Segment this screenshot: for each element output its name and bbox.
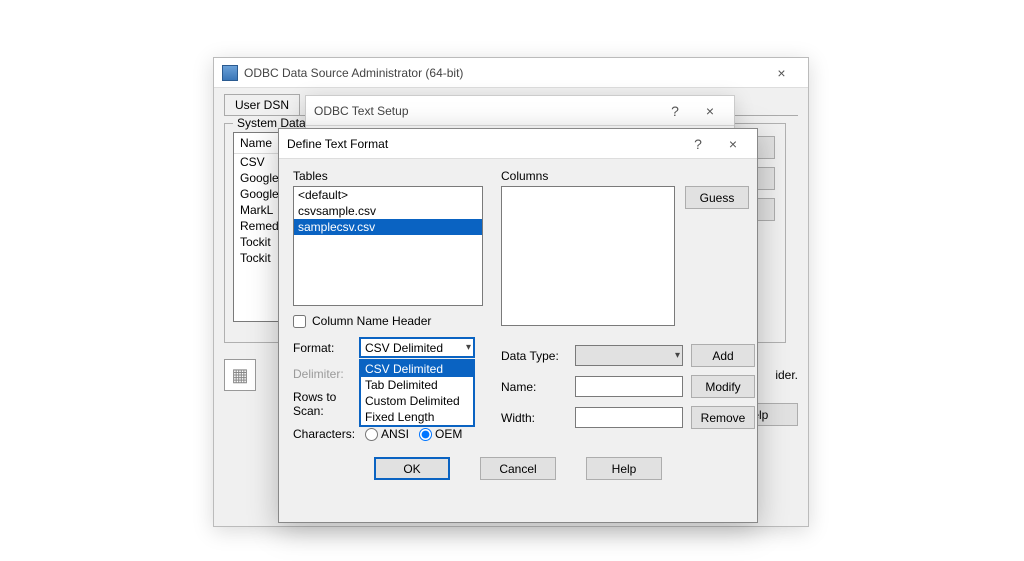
ansi-radio-label: ANSI [381,427,409,441]
format-option[interactable]: Custom Delimited [361,393,473,409]
chevron-down-icon: ▾ [466,342,471,353]
help-icon[interactable]: ? [683,129,713,159]
help-button[interactable]: Help [586,457,662,480]
format-value: CSV Delimited [365,341,443,355]
define-text-format-dialog: Define Text Format ? × Tables <default> … [278,128,758,523]
width-input[interactable] [575,407,683,428]
ansi-radio[interactable]: ANSI [365,427,409,441]
delimiter-label: Delimiter: [293,367,353,381]
format-option[interactable]: Tab Delimited [361,377,473,393]
data-type-label: Data Type: [501,349,567,363]
columns-listbox[interactable] [501,186,675,326]
chevron-down-icon: ▾ [675,350,680,361]
data-type-combobox[interactable]: ▾ [575,345,683,366]
oem-radio-input[interactable] [419,428,432,441]
text-setup-titlebar: ODBC Text Setup ? × [306,96,734,126]
format-option[interactable]: Fixed Length [361,409,473,425]
ok-button[interactable]: OK [374,457,450,480]
odbc-admin-titlebar: ODBC Data Source Administrator (64-bit) … [214,58,808,88]
database-icon: ▦ [224,359,256,391]
define-titlebar: Define Text Format ? × [279,129,757,159]
close-icon[interactable]: × [759,58,804,88]
oem-radio[interactable]: OEM [419,427,462,441]
right-column: Columns Guess Data Type: ▾ Add [501,169,755,441]
characters-label: Characters: [293,427,359,441]
column-name-header-label: Column Name Header [312,314,431,328]
column-name-header-checkbox[interactable]: Column Name Header [293,314,483,328]
rows-to-scan-label: Rows to Scan: [293,390,365,418]
define-title: Define Text Format [287,137,683,151]
guess-button[interactable]: Guess [685,186,749,209]
format-dropdown[interactable]: CSV Delimited Tab Delimited Custom Delim… [359,359,475,427]
format-option[interactable]: CSV Delimited [361,361,473,377]
dialog-buttons: OK Cancel Help [279,451,757,492]
columns-label: Columns [501,169,755,183]
tables-label: Tables [293,169,483,183]
left-column: Tables <default> csvsample.csv samplecsv… [293,169,483,441]
close-icon[interactable]: × [713,129,753,159]
ansi-radio-input[interactable] [365,428,378,441]
odbc-icon [222,65,238,81]
footnote-text: ider. [775,368,798,382]
help-icon[interactable]: ? [660,96,690,126]
name-input[interactable] [575,376,683,397]
add-column-button[interactable]: Add [691,344,755,367]
remove-column-button[interactable]: Remove [691,406,755,429]
modify-column-button[interactable]: Modify [691,375,755,398]
format-label: Format: [293,341,353,355]
tab-user-dsn[interactable]: User DSN [224,94,300,115]
odbc-text-setup-window: ODBC Text Setup ? × [305,95,735,130]
column-name-header-input[interactable] [293,315,306,328]
format-combobox[interactable]: CSV Delimited ▾ [359,337,475,358]
width-label: Width: [501,411,567,425]
oem-radio-label: OEM [435,427,462,441]
tables-listbox[interactable]: <default> csvsample.csv samplecsv.csv [293,186,483,306]
odbc-admin-title: ODBC Data Source Administrator (64-bit) [244,66,759,80]
name-label: Name: [501,380,567,394]
text-setup-title: ODBC Text Setup [314,104,660,118]
cancel-button[interactable]: Cancel [480,457,556,480]
close-icon[interactable]: × [690,96,730,126]
list-item[interactable]: csvsample.csv [294,203,482,219]
list-item-selected[interactable]: samplecsv.csv [294,219,482,235]
list-item[interactable]: <default> [294,187,482,203]
